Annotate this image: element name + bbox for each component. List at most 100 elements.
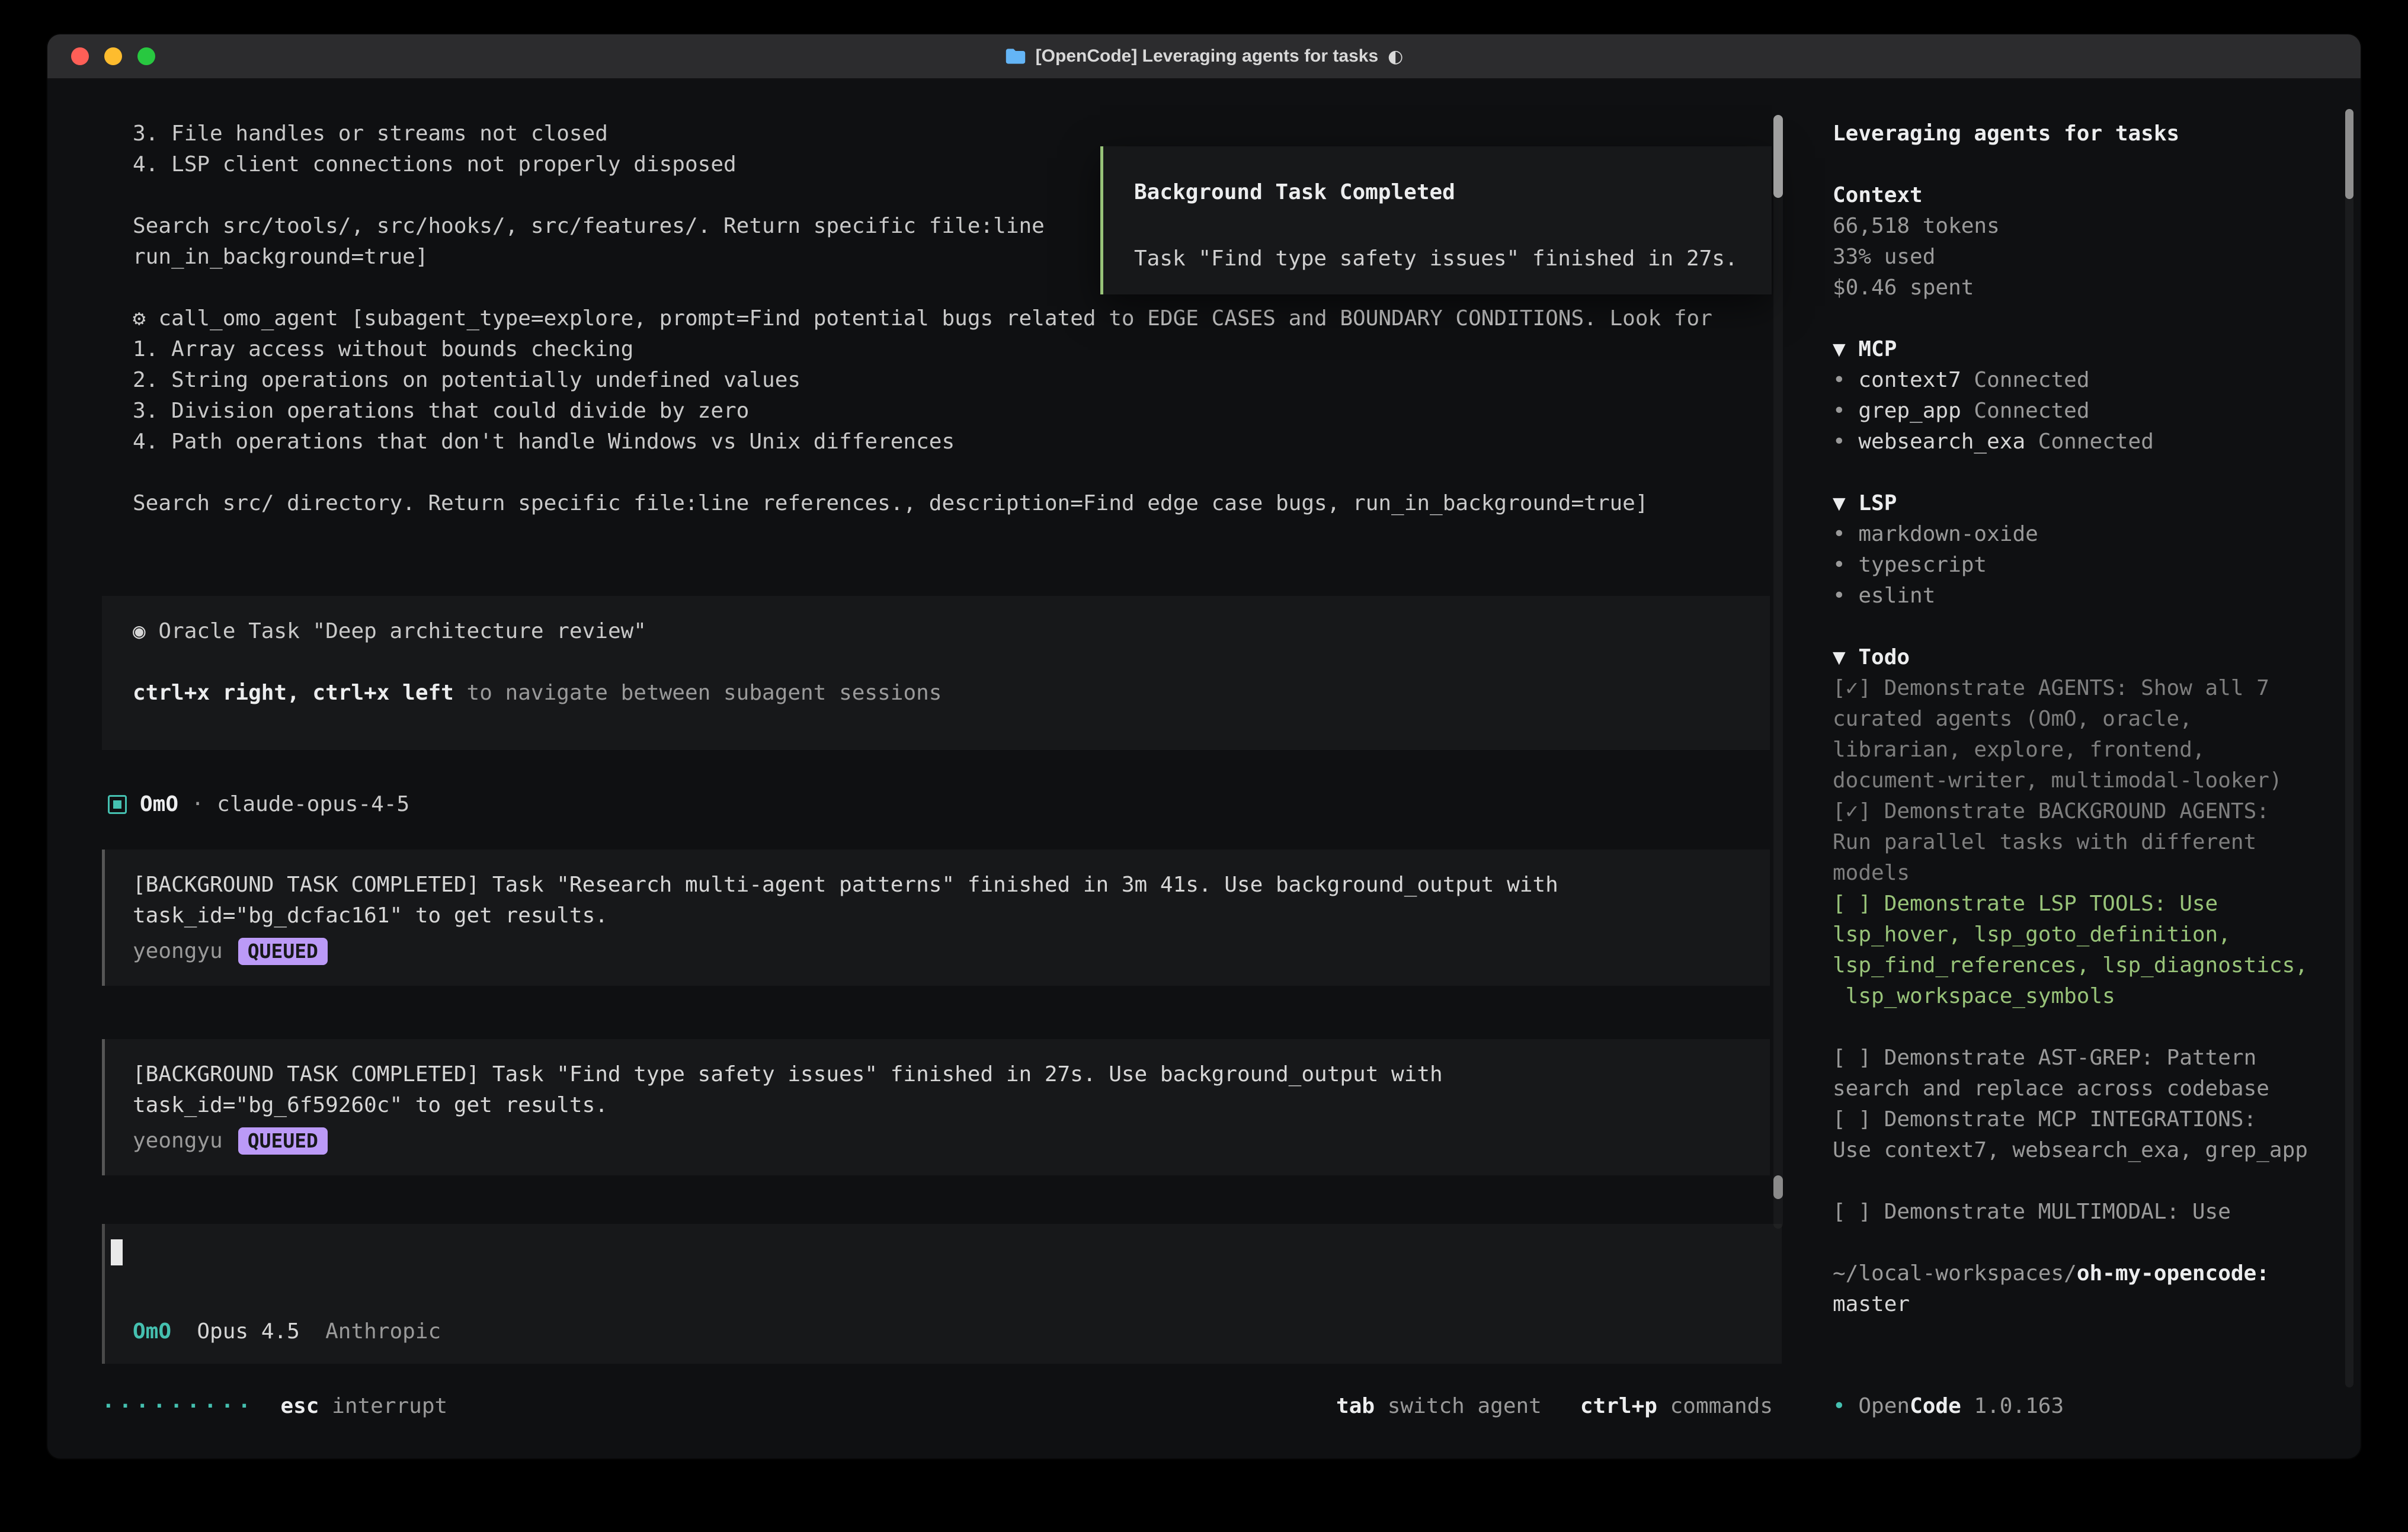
sidebar-line: [1833, 1166, 2333, 1197]
queued-badge: QUEUED: [238, 938, 328, 965]
sidebar-line: lsp_hover, lsp_goto_definition,: [1833, 919, 2333, 950]
sidebar-line: Context: [1833, 180, 2333, 211]
folder-icon: [1005, 47, 1026, 65]
transcript-line: 4. Path operations that don't handle Win…: [133, 427, 1799, 457]
sidebar-line: search and replace across codebase: [1833, 1073, 2333, 1104]
sidebar-line: librarian, explore, frontend,: [1833, 735, 2333, 765]
sidebar-line: [ ] Demonstrate AST-GREP: Pattern: [1833, 1043, 2333, 1073]
status-right: tab switch agent ctrl+p commands: [1336, 1391, 1773, 1422]
sidebar-line: $0.46 spent: [1833, 273, 2333, 303]
sidebar-line: [✓] Demonstrate BACKGROUND AGENTS:: [1833, 796, 2333, 827]
background-task-message[interactable]: [BACKGROUND TASK COMPLETED] Task "Find t…: [102, 1039, 1770, 1175]
sidebar-line: ▼ Todo: [1833, 642, 2333, 673]
oracle-line: ctrl+x right, ctrl+x left to navigate be…: [133, 678, 1739, 709]
sidebar-content: Leveraging agents for tasksContext66,518…: [1833, 118, 2333, 1320]
chevron-down-icon: ▼: [1833, 491, 1858, 515]
window-controls: [71, 34, 155, 78]
author-name: yeongyu: [133, 1126, 223, 1156]
scrollbar-thumb[interactable]: [1773, 115, 1783, 198]
sidebar-line: [1833, 1012, 2333, 1043]
bullet-icon: •: [1833, 399, 1858, 423]
sidebar-line: • eslint: [1833, 581, 2333, 611]
sidebar-line: document-writer, multimodal-looker): [1833, 765, 2333, 796]
sidebar-line: • markdown-oxide: [1833, 519, 2333, 550]
sidebar-line: • context7 Connected: [1833, 365, 2333, 396]
gear-icon: ⚙: [133, 306, 146, 331]
sidebar-line: [1833, 457, 2333, 488]
sidebar-scrollbar[interactable]: [2345, 109, 2353, 1387]
sidebar-line: master: [1833, 1289, 2333, 1320]
bullet-icon: •: [1833, 1394, 1858, 1418]
sidebar-line: lsp_find_references, lsp_diagnostics,: [1833, 950, 2333, 981]
input-line[interactable]: [105, 1239, 1782, 1268]
message-list: [BACKGROUND TASK COMPLETED] Task "Resear…: [102, 850, 1799, 1175]
oracle-line: [133, 647, 1739, 678]
background-task-message[interactable]: [BACKGROUND TASK COMPLETED] Task "Resear…: [102, 850, 1770, 986]
sidebar-line: [✓] Demonstrate AGENTS: Show all 7: [1833, 673, 2333, 704]
agent-checkbox-icon: [108, 795, 127, 814]
sidebar-line: [ ] Demonstrate MULTIMODAL: Use: [1833, 1197, 2333, 1227]
sidebar-line: [ ] Demonstrate MCP INTEGRATIONS:: [1833, 1104, 2333, 1135]
notification-title: Background Task Completed: [1134, 177, 1760, 208]
transcript-scrollbar[interactable]: [1773, 115, 1783, 1229]
sidebar-line: [1833, 1227, 2333, 1258]
terminal-window: [OpenCode] Leveraging agents for tasks ◐…: [46, 33, 2362, 1460]
titlebar: [OpenCode] Leveraging agents for tasks ◐: [47, 34, 2361, 79]
transcript-line: 2. String operations on potentially unde…: [133, 365, 1799, 396]
message-line: [BACKGROUND TASK COMPLETED] Task "Resear…: [133, 870, 1739, 900]
notification-body: Task "Find type safety issues" finished …: [1134, 243, 1760, 274]
agent-name-line: OmO · claude-opus-4-5: [140, 789, 409, 820]
version-line: • OpenCode 1.0.163: [1833, 1391, 2064, 1422]
bullet-icon: •: [1833, 368, 1858, 392]
message-line: [BACKGROUND TASK COMPLETED] Task "Find t…: [133, 1059, 1739, 1090]
sidebar-line: • grep_app Connected: [1833, 396, 2333, 427]
sidebar-line: • websearch_exa Connected: [1833, 427, 2333, 457]
target-icon: ◉: [133, 619, 146, 643]
transcript-line: Search src/ directory. Return specific f…: [133, 488, 1799, 519]
chevron-down-icon: ▼: [1833, 337, 1858, 361]
sidebar-line: lsp_workspace_symbols: [1833, 981, 2333, 1012]
oracle-line: ◉ Oracle Task "Deep architecture review": [133, 616, 1739, 647]
window-title: [OpenCode] Leveraging agents for tasks ◐: [1005, 46, 1404, 67]
author-name: yeongyu: [133, 936, 223, 967]
transcript-line: [133, 457, 1799, 488]
transcript-line: ⚙ call_omo_agent [subagent_type=explore,…: [133, 303, 1799, 334]
minimize-button[interactable]: [104, 47, 122, 65]
chevron-down-icon: ▼: [1833, 645, 1858, 669]
session-indicator-icon: ◐: [1388, 46, 1403, 67]
message-line: task_id="bg_6f59260c" to get results.: [133, 1090, 1739, 1121]
maximize-button[interactable]: [137, 47, 155, 65]
sidebar-line: curated agents (OmO, oracle,: [1833, 704, 2333, 735]
model-status-line: OmO Opus 4.5 Anthropic: [105, 1316, 1782, 1347]
close-button[interactable]: [71, 47, 89, 65]
sidebar-line: • typescript: [1833, 550, 2333, 581]
scrollbar-thumb[interactable]: [1773, 1175, 1783, 1199]
transcript-line: 1. Array access without bounds checking: [133, 334, 1799, 365]
bullet-icon: •: [1833, 522, 1858, 546]
sidebar-line: [ ] Demonstrate LSP TOOLS: Use: [1833, 889, 2333, 919]
activity-dots-icon: ·········: [102, 1394, 255, 1418]
status-left: ········· esc interrupt: [102, 1391, 447, 1422]
transcript-line: 3. File handles or streams not closed: [133, 118, 1799, 149]
session-sidebar: Leveraging agents for tasksContext66,518…: [1799, 81, 2361, 1459]
sidebar-line: Use context7, websearch_exa, grep_app: [1833, 1135, 2333, 1166]
oracle-task-panel[interactable]: ◉ Oracle Task "Deep architecture review"…: [102, 596, 1770, 750]
background-task-notification: Background Task Completed Task "Find typ…: [1100, 146, 1772, 294]
sidebar-line: ▼ MCP: [1833, 334, 2333, 365]
message-line: task_id="bg_dcfac161" to get results.: [133, 900, 1739, 931]
prompt-input[interactable]: OmO Opus 4.5 Anthropic: [102, 1224, 1782, 1364]
bullet-icon: •: [1833, 553, 1858, 577]
status-bar: ········· esc interrupt tab switch agent…: [102, 1391, 1773, 1422]
sidebar-line: models: [1833, 858, 2333, 889]
sidebar-line: [1833, 303, 2333, 334]
message-footer: yeongyu QUEUED: [133, 936, 1739, 967]
sidebar-line: Run parallel tasks with different: [1833, 827, 2333, 858]
sidebar-line: 33% used: [1833, 242, 2333, 273]
sidebar-line: 66,518 tokens: [1833, 211, 2333, 242]
message-footer: yeongyu QUEUED: [133, 1126, 1739, 1156]
transcript-line: 3. Division operations that could divide…: [133, 396, 1799, 427]
sidebar-line: ~/local-workspaces/oh-my-opencode:: [1833, 1258, 2333, 1289]
sidebar-line: [1833, 611, 2333, 642]
queued-badge: QUEUED: [238, 1127, 328, 1155]
scrollbar-thumb[interactable]: [2345, 109, 2353, 199]
